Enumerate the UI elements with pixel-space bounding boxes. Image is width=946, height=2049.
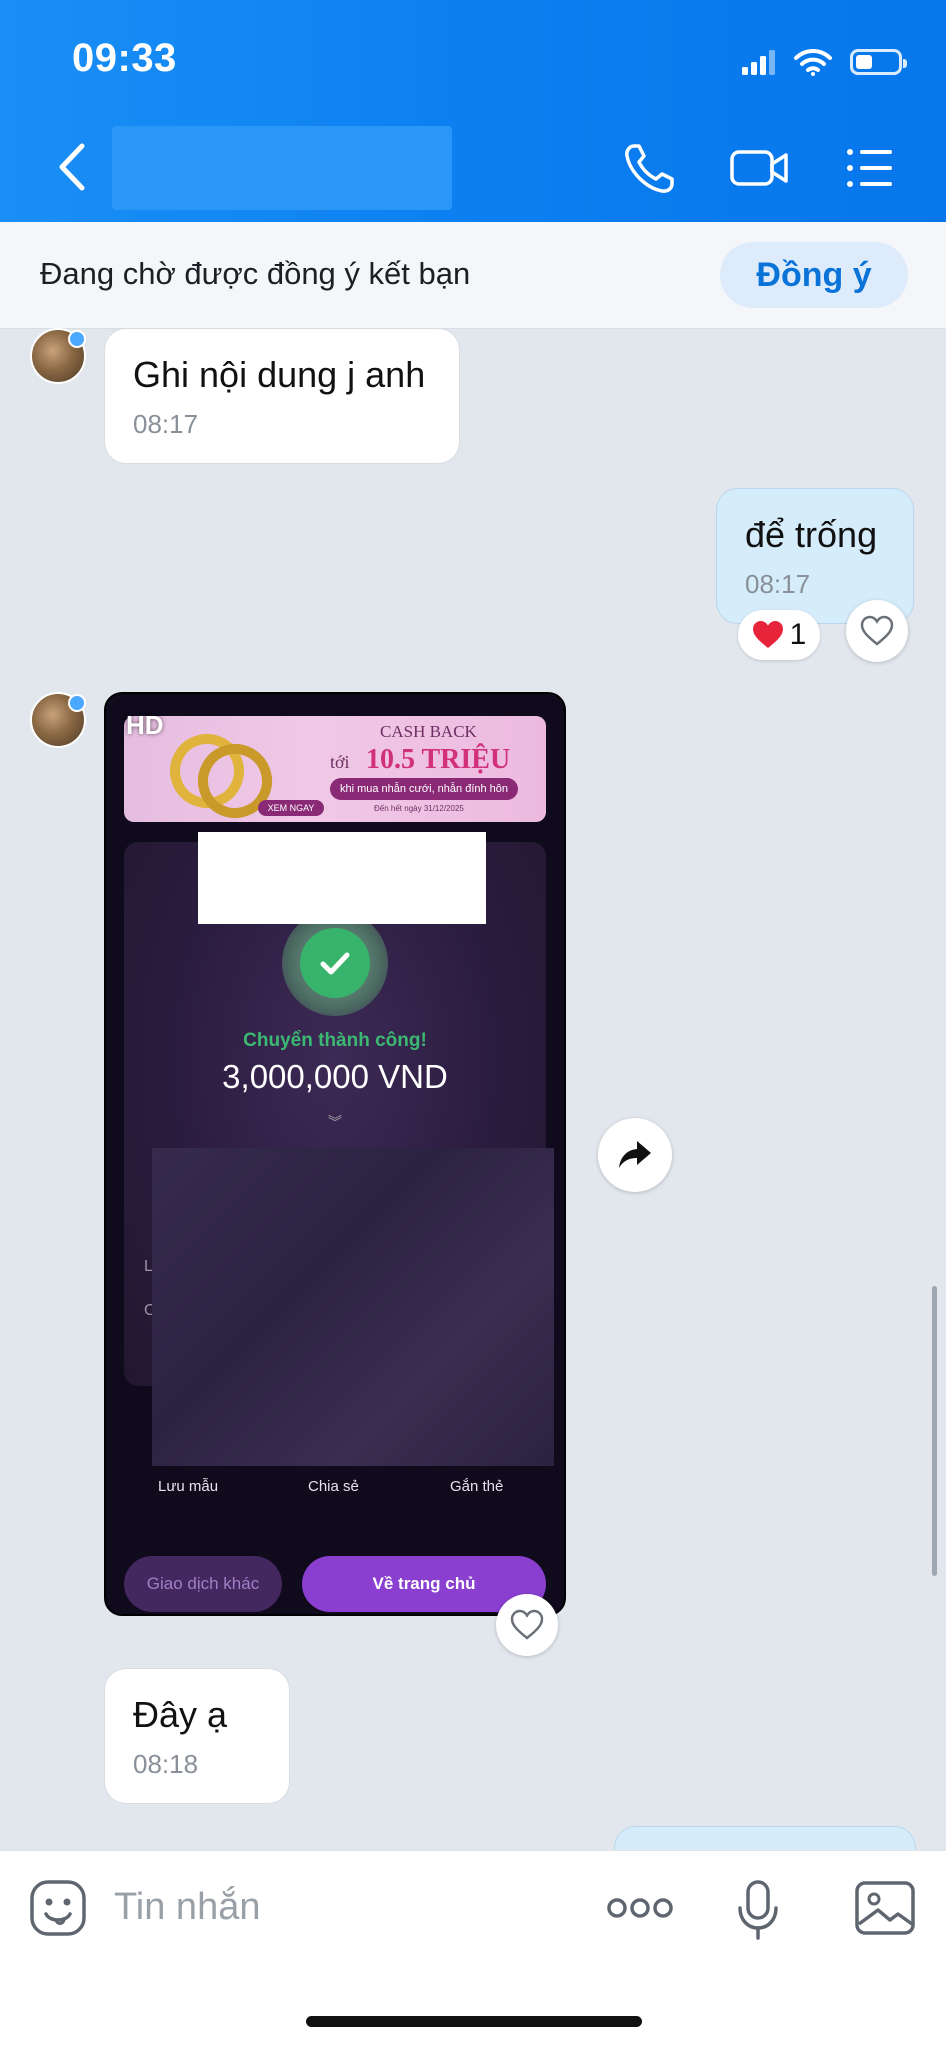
home-indicator	[306, 2016, 642, 2027]
message-text: để trống	[745, 514, 878, 555]
share-icon	[619, 1141, 651, 1168]
avatar[interactable]	[30, 328, 86, 384]
contact-name-redacted[interactable]	[112, 126, 452, 210]
heart-filled-icon	[752, 621, 783, 648]
scrollbar[interactable]	[932, 1286, 937, 1576]
sticker-button[interactable]	[28, 1878, 88, 1938]
share-action: Chia sẻ	[308, 1478, 359, 1495]
message-bubble-incoming[interactable]: Đây ạ 08:18	[104, 1668, 290, 1804]
signal-icon	[742, 50, 775, 75]
forward-button[interactable]	[598, 1118, 672, 1192]
status-time: 09:33	[72, 36, 177, 80]
options-button[interactable]	[840, 138, 900, 198]
check-icon	[320, 952, 350, 975]
message-input[interactable]: Tin nhắn	[114, 1886, 260, 1929]
banner-prefix: tới	[330, 752, 350, 772]
success-check	[300, 928, 370, 998]
sticker-icon	[30, 1880, 86, 1936]
other-transaction-button: Giao dịch khác	[124, 1556, 282, 1612]
react-button[interactable]	[496, 1594, 558, 1656]
tag-action: Gắn thẻ	[450, 1478, 504, 1495]
accept-friend-button[interactable]: Đồng ý	[720, 242, 908, 308]
transfer-amount: 3,000,000 VND	[222, 1058, 448, 1095]
message-time: 08:18	[133, 1749, 199, 1779]
list-icon	[847, 149, 892, 187]
redacted-block	[198, 832, 486, 924]
banner-date: Đến hết ngày 31/12/2025	[374, 804, 464, 813]
banner-amount: 10.5 TRIỆU	[366, 744, 511, 775]
heart-icon	[510, 1609, 544, 1640]
expand-chevron-icon: ︾	[328, 1114, 342, 1130]
message-text: Đây ạ	[133, 1694, 228, 1735]
image-icon	[855, 1881, 915, 1935]
call-button[interactable]	[620, 138, 680, 198]
more-icon	[607, 1898, 673, 1918]
battery-icon	[850, 49, 907, 75]
heart-icon	[860, 615, 894, 646]
friend-request-text: Đang chờ được đồng ý kết bạn	[40, 256, 471, 291]
reaction-badge[interactable]: 1	[738, 610, 820, 660]
phone-icon	[625, 144, 674, 193]
back-button[interactable]	[48, 136, 98, 198]
react-button[interactable]	[846, 600, 908, 662]
message-bubble-incoming[interactable]: Ghi nội dung j anh 08:17	[104, 328, 460, 464]
hd-badge: HD	[126, 710, 164, 740]
message-time: 08:17	[745, 569, 811, 599]
message-time: 08:17	[133, 409, 199, 439]
avatar[interactable]	[30, 692, 86, 748]
message-text: Ghi nội dung j anh	[133, 354, 426, 395]
transfer-status: Chuyển thành công!	[243, 1030, 427, 1051]
mic-icon	[738, 1880, 778, 1940]
chevron-left-icon	[59, 143, 85, 191]
save-template-action: Lưu mẫu	[158, 1478, 219, 1495]
image-picker-button[interactable]	[854, 1880, 916, 1936]
video-icon	[730, 150, 788, 186]
banner-title: CASH BACK	[380, 722, 477, 741]
banner-cta: XEM NGAY	[258, 800, 324, 816]
wifi-icon	[794, 48, 832, 76]
redacted-details	[152, 1148, 554, 1466]
voice-button[interactable]	[734, 1878, 782, 1942]
banner-subtitle: khi mua nhẫn cưới, nhẫn đính hôn	[330, 778, 518, 800]
more-button[interactable]	[606, 1890, 674, 1926]
video-call-button[interactable]	[728, 138, 788, 198]
status-icons	[742, 44, 907, 80]
reaction-count: 1	[789, 618, 807, 651]
